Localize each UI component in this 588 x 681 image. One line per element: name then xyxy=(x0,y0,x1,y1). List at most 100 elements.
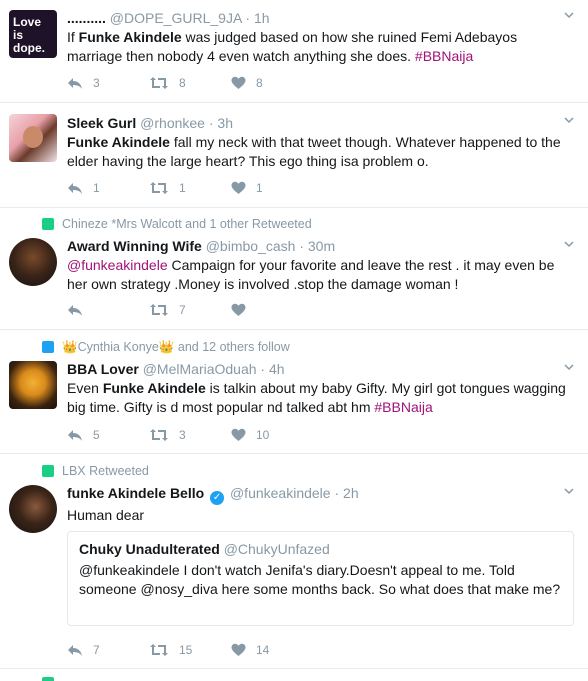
mention-link[interactable]: @funkeakindele xyxy=(67,257,168,273)
retweet-icon xyxy=(150,77,168,89)
retweet-context: LBX Retweeted xyxy=(42,463,149,479)
display-name[interactable]: Sleek Gurl xyxy=(67,115,136,131)
text-segment: Even xyxy=(67,380,103,396)
avatar[interactable] xyxy=(9,114,57,162)
retweet-context-icon xyxy=(42,465,54,477)
retweet-count: 15 xyxy=(179,643,193,657)
retweet-context: Chineze *Mrs Walcott and 1 other Retweet… xyxy=(42,216,312,232)
heart-icon xyxy=(231,428,246,441)
tweet[interactable]: Sleek Gurl @rhonkee · 3h Funke Akindele … xyxy=(0,103,588,208)
like-count: 10 xyxy=(256,428,270,442)
tweet-text: Funke Akindele fall my neck with that tw… xyxy=(67,133,568,171)
quoted-tweet-text: @funkeakindele I don't watch Jenifa's di… xyxy=(79,562,561,597)
username[interactable]: @DOPE_GURL_9JA xyxy=(110,10,242,26)
reply-button[interactable]: 5 xyxy=(67,428,149,442)
retweet-icon xyxy=(150,644,168,656)
quoted-username[interactable]: @ChukyUnfazed xyxy=(224,541,330,557)
avatar[interactable]: Love is dope. xyxy=(9,10,57,58)
like-button[interactable]: 10 xyxy=(231,428,313,442)
hashtag-link[interactable]: #BBNaija xyxy=(374,399,432,415)
username[interactable]: @bimbo_cash xyxy=(206,238,296,254)
tweet-header: funke Akindele Bello ✓ @funkeakindele · … xyxy=(67,484,568,505)
quoted-display-name[interactable]: Chuky Unadulterated xyxy=(79,541,220,557)
retweet-context-icon xyxy=(42,677,54,681)
reply-button[interactable] xyxy=(67,303,149,317)
timestamp[interactable]: 3h xyxy=(217,115,233,131)
reply-icon xyxy=(68,430,82,441)
tweet[interactable]: Love is dope. .......... @DOPE_GURL_9JA … xyxy=(0,0,588,103)
heart-icon xyxy=(231,303,246,316)
reply-icon xyxy=(68,183,82,194)
hashtag-link[interactable]: #BBNaija xyxy=(415,48,473,64)
username[interactable]: @MelMariaOduah xyxy=(143,361,257,377)
tweet-actions: 3 8 8 xyxy=(67,74,313,92)
timestamp[interactable]: 1h xyxy=(254,10,270,26)
reply-icon xyxy=(68,645,82,656)
timestamp[interactable]: 4h xyxy=(269,361,285,377)
tweet[interactable]: 👑Cynthia Konye👑 and 12 others follow BBA… xyxy=(0,330,588,454)
tweet-actions: 1 1 1 xyxy=(67,179,313,197)
avatar[interactable] xyxy=(9,238,57,286)
heart-icon xyxy=(231,643,246,656)
tweet-text: If Funke Akindele was judged based on ho… xyxy=(67,28,568,66)
separator-dot: · xyxy=(299,238,304,254)
tweet-text: Even Funke Akindele is talkin about my b… xyxy=(67,379,568,417)
tweet-actions: 7 15 14 xyxy=(67,641,313,659)
separator-dot: · xyxy=(260,361,266,377)
quoted-tweet[interactable]: Chuky Unadulterated @ChukyUnfazed @funke… xyxy=(67,531,574,626)
retweet-button[interactable]: 8 xyxy=(149,76,231,90)
tweet-text: Human dear xyxy=(67,507,145,523)
retweet-button[interactable]: 7 xyxy=(149,303,231,317)
reply-button[interactable]: 1 xyxy=(67,181,149,195)
like-button[interactable] xyxy=(231,303,313,317)
username[interactable]: @funkeakindele xyxy=(230,485,331,501)
display-name[interactable]: .......... xyxy=(67,10,106,26)
timestamp[interactable]: 2h xyxy=(343,485,359,501)
heart-icon xyxy=(231,181,246,194)
retweet-icon xyxy=(150,304,168,316)
display-name[interactable]: Award Winning Wife xyxy=(67,238,202,254)
separator-dot: · xyxy=(208,115,214,131)
highlighted-term: Funke Akindele xyxy=(67,134,170,150)
retweet-context-icon xyxy=(42,218,54,230)
text-segment: If xyxy=(67,29,79,45)
like-button[interactable]: 8 xyxy=(231,76,313,90)
username[interactable]: @rhonkee xyxy=(140,115,205,131)
retweet-button[interactable]: 15 xyxy=(149,643,231,657)
like-button[interactable]: 14 xyxy=(231,643,313,657)
tweet[interactable]: LBX Retweeted funke Akindele Bello ✓ @fu… xyxy=(0,454,588,669)
reply-icon xyxy=(68,305,82,316)
tweet-actions: 5 3 10 xyxy=(67,426,313,444)
retweet-context-text[interactable]: LBX Retweeted xyxy=(62,464,149,478)
retweet-button[interactable]: 1 xyxy=(149,181,231,195)
like-count: 14 xyxy=(256,643,270,657)
retweet-icon xyxy=(150,429,168,441)
retweet-count: 8 xyxy=(179,76,186,90)
next-tweet-stub xyxy=(0,669,588,681)
verified-badge-icon: ✓ xyxy=(210,491,225,505)
avatar-logo-text: Love is dope. xyxy=(13,15,45,55)
retweet-button[interactable]: 3 xyxy=(149,428,231,442)
timestamp[interactable]: 30m xyxy=(308,238,335,254)
display-name[interactable]: funke Akindele Bello xyxy=(67,485,204,501)
reply-button[interactable]: 7 xyxy=(67,643,149,657)
tweet-feed: Love is dope. .......... @DOPE_GURL_9JA … xyxy=(0,0,588,681)
follow-context-text[interactable]: 👑Cynthia Konye👑 and 12 others follow xyxy=(62,340,290,354)
avatar[interactable] xyxy=(9,485,57,533)
person-icon xyxy=(42,341,54,353)
separator-dot: · xyxy=(245,10,251,26)
display-name[interactable]: BBA Lover xyxy=(67,361,139,377)
tweet-actions: 7 xyxy=(67,301,313,319)
tweet-text: @funkeakindele Campaign for your favorit… xyxy=(67,256,568,294)
like-button[interactable]: 1 xyxy=(231,181,313,195)
avatar[interactable] xyxy=(9,361,57,409)
highlighted-term: Funke Akindele xyxy=(102,380,206,396)
tweet-header: Award Winning Wife @bimbo_cash · 30m xyxy=(67,237,568,255)
retweet-context-text[interactable]: Chineze *Mrs Walcott and 1 other Retweet… xyxy=(62,217,312,231)
reply-count: 7 xyxy=(93,643,100,657)
reply-button[interactable]: 3 xyxy=(67,76,149,90)
heart-icon xyxy=(231,76,246,89)
separator-dot: · xyxy=(334,485,340,501)
retweet-count: 1 xyxy=(179,181,186,195)
tweet[interactable]: Chineze *Mrs Walcott and 1 other Retweet… xyxy=(0,208,588,330)
